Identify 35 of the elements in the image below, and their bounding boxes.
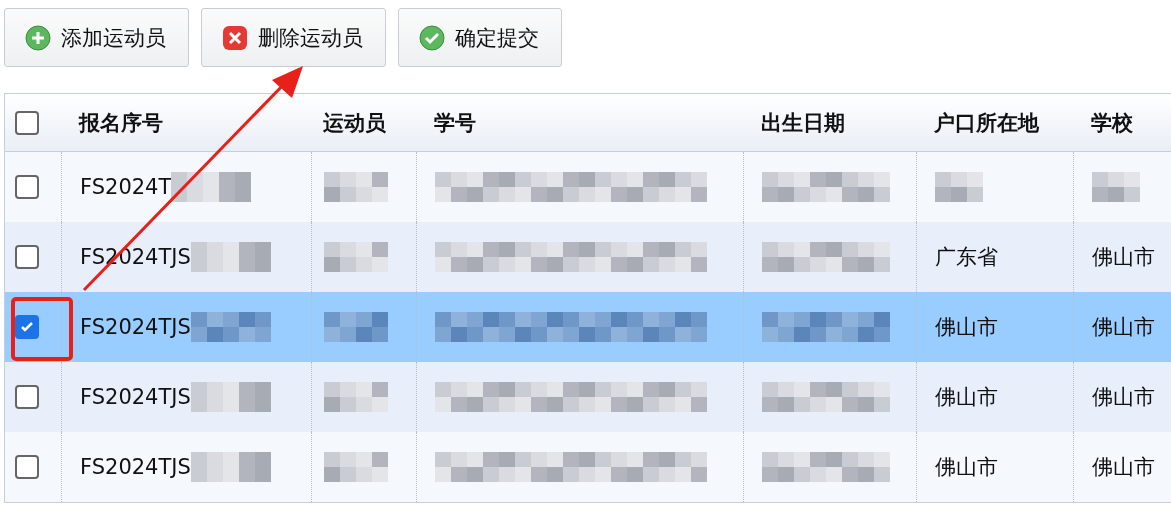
toolbar-button[interactable]: 删除运动员 (201, 8, 386, 67)
toolbar-button[interactable]: 确定提交 (398, 8, 562, 67)
column-header[interactable]: 出生日期 (761, 108, 845, 137)
table-cell-text: 佛山市 (1092, 454, 1155, 481)
column-header[interactable]: 学号 (434, 108, 476, 137)
table-cell: FS2024TJS (80, 455, 191, 479)
table-cell-text: 广东省 (935, 244, 998, 271)
select-all-checkbox[interactable] (15, 110, 39, 135)
check-icon (419, 24, 445, 51)
column-header[interactable]: 学校 (1091, 108, 1133, 137)
table-cell: FS2024T (80, 175, 172, 199)
table-row[interactable]: FS2024TJS 佛山市 佛山市 (5, 432, 1171, 502)
table-row[interactable]: FS2024T (5, 152, 1171, 222)
column-header[interactable]: 报名序号 (79, 108, 163, 137)
row-checkbox[interactable] (15, 385, 39, 409)
table-cell: FS2024TJS (80, 315, 191, 339)
table-cell-text: 佛山市 (1092, 384, 1155, 411)
highlight-frame (11, 297, 73, 361)
row-checkbox[interactable] (15, 245, 39, 269)
table-cell-text: 佛山市 (1092, 314, 1155, 341)
column-header[interactable]: 户口所在地 (934, 108, 1039, 137)
column-header[interactable]: 运动员 (323, 108, 386, 137)
table-cell-text: 佛山市 (935, 314, 998, 341)
row-checkbox[interactable] (15, 455, 39, 479)
row-checkbox[interactable] (15, 175, 39, 199)
table-cell-text: 佛山市 (935, 454, 998, 481)
table-cell: FS2024TJS (80, 385, 191, 409)
toolbar-button[interactable]: 添加运动员 (4, 8, 189, 67)
table-row[interactable]: FS2024TJS 佛山市 佛山市 (5, 292, 1171, 362)
row-checkbox[interactable] (15, 315, 39, 339)
table-row[interactable]: FS2024TJS 佛山市 佛山市 (5, 362, 1171, 432)
table-cell-text: 佛山市 (935, 384, 998, 411)
close-icon (222, 24, 248, 51)
table-cell-text: 佛山市 (1092, 244, 1155, 271)
plus-icon (25, 24, 51, 51)
